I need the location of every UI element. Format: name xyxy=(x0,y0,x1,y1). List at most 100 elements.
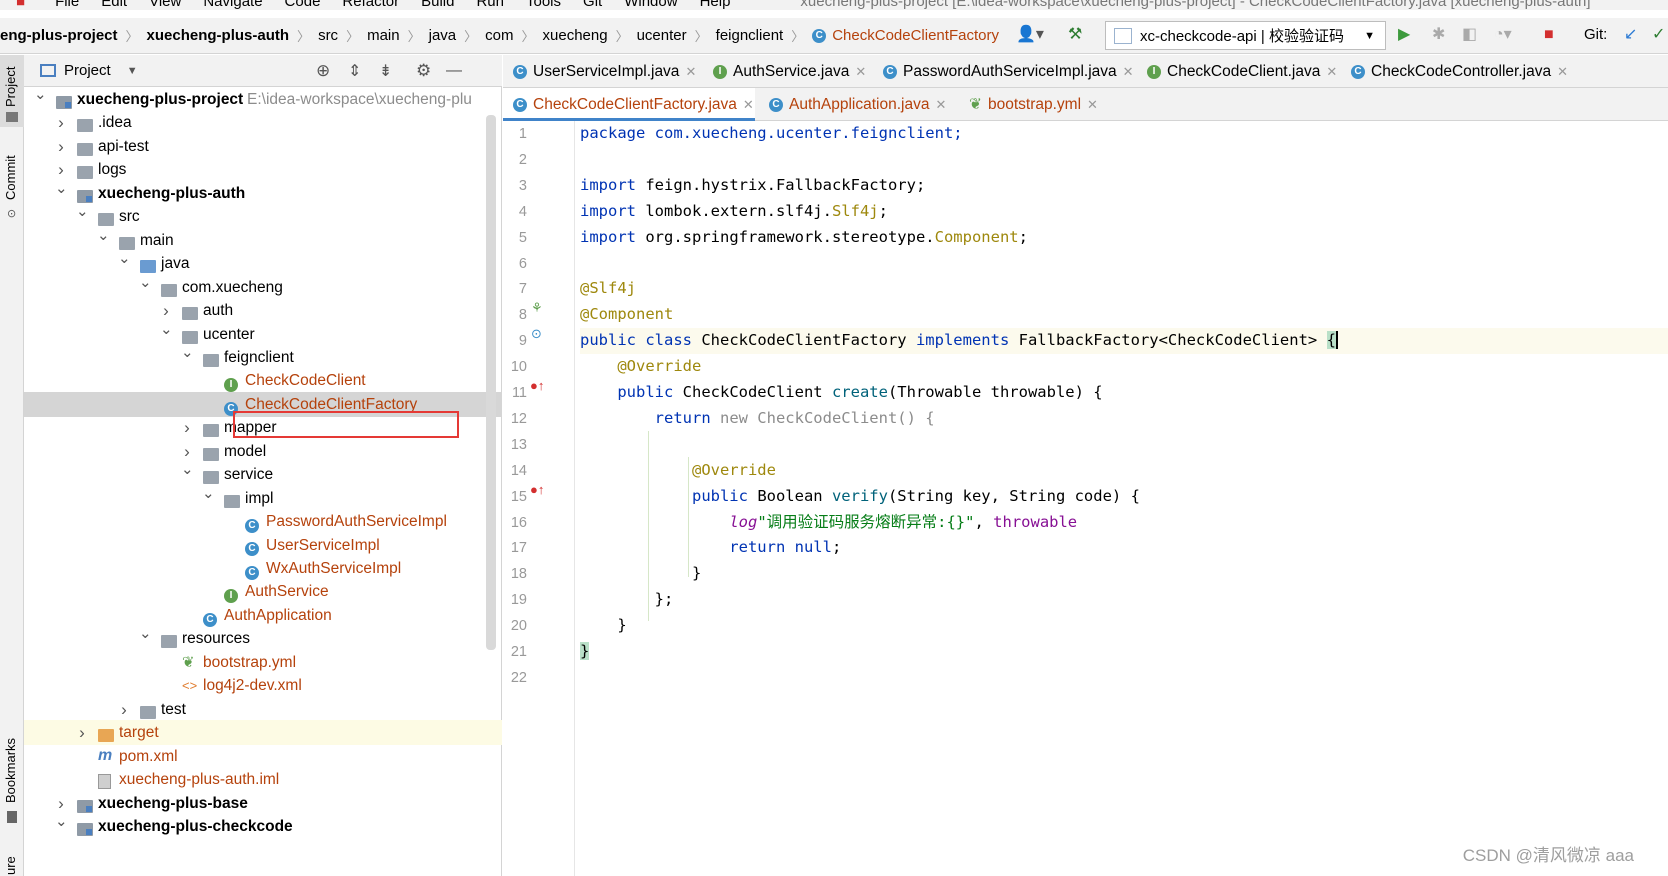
collapse-all-icon[interactable]: ⇟ xyxy=(379,61,392,81)
tree-item[interactable]: ⌄ ucenter xyxy=(24,321,502,347)
bookmarks-tool-label[interactable]: Bookmarks xyxy=(3,738,18,803)
chevron-right-icon[interactable]: › xyxy=(181,415,193,440)
tree-item[interactable]: C AuthApplication xyxy=(24,603,502,628)
close-icon[interactable]: ✕ xyxy=(685,64,696,79)
menu-help[interactable]: Help xyxy=(700,0,731,10)
commit-tool-label[interactable]: Commit xyxy=(3,155,18,200)
tree-item[interactable]: ⌄ xuecheng-plus-project E:\idea-workspace\… xyxy=(24,86,502,112)
chevron-right-icon[interactable]: › xyxy=(76,720,88,745)
spring-bean-icon[interactable]: ⚘ xyxy=(531,300,543,316)
tree-item[interactable]: › auth xyxy=(24,298,502,323)
chevron-right-icon[interactable]: › xyxy=(55,134,67,159)
project-scrollbar[interactable] xyxy=(486,115,496,650)
tab-checkcodeclient[interactable]: I CheckCodeClient.java ✕ xyxy=(1137,55,1337,88)
menu-refactor[interactable]: Refactor xyxy=(342,0,399,10)
profile-icon[interactable]: ◔▾ xyxy=(1494,24,1512,46)
structure-tool-label[interactable]: ure xyxy=(3,856,18,875)
breadcrumb-item[interactable]: ucenter xyxy=(637,27,687,44)
menu-file[interactable]: File xyxy=(55,0,79,10)
menu-build[interactable]: Build xyxy=(421,0,454,10)
tree-item[interactable]: C WxAuthServiceImpl xyxy=(24,556,502,581)
implements-method-icon[interactable]: ●↑ xyxy=(530,482,544,497)
chevron-down-icon[interactable]: ⌄ xyxy=(118,246,131,271)
tree-item[interactable]: › target xyxy=(24,720,502,746)
tree-item[interactable]: xuecheng-plus-auth.iml xyxy=(24,767,502,792)
chevron-down-icon[interactable]: ⌄ xyxy=(181,340,194,365)
tree-item[interactable]: C UserServiceImpl xyxy=(24,533,502,558)
tree-item[interactable]: › model xyxy=(24,439,502,464)
tree-item[interactable]: ⌄ xuecheng-plus-auth xyxy=(24,180,502,206)
chevron-down-icon[interactable]: ⌄ xyxy=(55,809,68,834)
tree-item[interactable]: ❦ bootstrap.yml xyxy=(24,650,502,675)
close-icon[interactable]: ✕ xyxy=(855,64,866,79)
minimize-icon[interactable]: — xyxy=(446,62,462,80)
code-editor[interactable]: package com.xuecheng.ucenter.feignclient… xyxy=(580,121,1668,876)
chevron-right-icon[interactable]: › xyxy=(118,697,130,722)
chevron-right-icon[interactable]: › xyxy=(55,110,67,135)
menu-window[interactable]: Window xyxy=(624,0,677,10)
tab-checkcodecontroller[interactable]: C CheckCodeController.java ✕ xyxy=(1341,55,1568,88)
tab-checkcodeclientfactory[interactable]: C CheckCodeClientFactory.java ✕ xyxy=(503,88,755,121)
tree-item[interactable]: ⌄ impl xyxy=(24,485,502,511)
chevron-down-icon[interactable]: ⌄ xyxy=(139,621,152,646)
tab-authservice[interactable]: I AuthService.java ✕ xyxy=(703,55,866,88)
tree-item[interactable]: ⌄ main xyxy=(24,227,502,253)
close-icon[interactable]: ✕ xyxy=(1326,64,1337,79)
tree-item[interactable]: ⌄ resources xyxy=(24,625,502,651)
chevron-down-icon[interactable]: ⌄ xyxy=(34,82,47,107)
implements-method-icon[interactable]: ●↑ xyxy=(530,378,544,393)
tree-item[interactable]: ⌄ feignclient xyxy=(24,344,502,370)
breadcrumb-item[interactable]: eng-plus-project xyxy=(0,27,118,44)
chevron-down-icon[interactable]: ⌄ xyxy=(160,317,173,342)
tree-item[interactable]: ⌄ com.xuecheng xyxy=(24,274,502,300)
tree-item[interactable]: › .idea xyxy=(24,110,502,135)
tree-item[interactable]: › test xyxy=(24,697,502,722)
chevron-down-icon[interactable]: ⌄ xyxy=(181,457,194,482)
tree-item[interactable]: I AuthService xyxy=(24,579,502,604)
stop-icon[interactable]: ■ xyxy=(1544,24,1554,46)
build-hammer-icon[interactable]: ⚒ xyxy=(1068,24,1082,46)
git-update-icon[interactable]: ↙ xyxy=(1624,24,1637,46)
spring-bean-gutter-icon[interactable]: ⊙ xyxy=(531,326,542,342)
run-icon[interactable]: ▶ xyxy=(1398,24,1410,46)
chevron-down-icon[interactable]: ⌄ xyxy=(139,270,152,295)
tree-item[interactable]: › xuecheng-plus-base xyxy=(24,791,502,816)
tab-userserviceimpl[interactable]: C UserServiceImpl.java ✕ xyxy=(503,55,696,88)
tab-passwordauthserviceimpl[interactable]: C PasswordAuthServiceImpl.java ✕ xyxy=(873,55,1134,88)
user-icon[interactable]: 👤▾ xyxy=(1016,24,1044,46)
coverage-icon[interactable]: ◧ xyxy=(1462,24,1477,46)
tab-bootstrap-yml[interactable]: ❦ bootstrap.yml ✕ xyxy=(959,88,1098,121)
chevron-down-icon[interactable]: ⌄ xyxy=(97,223,110,248)
menu-tools[interactable]: Tools xyxy=(526,0,561,10)
tab-authapplication[interactable]: C AuthApplication.java ✕ xyxy=(759,88,946,121)
close-icon[interactable]: ✕ xyxy=(1557,64,1568,79)
tree-item[interactable]: C PasswordAuthServiceImpl xyxy=(24,509,502,534)
tree-item[interactable]: m pom.xml xyxy=(24,744,502,769)
breadcrumb-current[interactable]: CheckCodeClientFactory xyxy=(832,27,999,44)
tree-item[interactable]: <> log4j2-dev.xml xyxy=(24,673,502,698)
run-configuration-select[interactable]: xc-checkcode-api | 校验验证码 ▼ xyxy=(1105,21,1386,50)
git-commit-icon[interactable]: ✓ xyxy=(1652,24,1665,46)
breadcrumb-item[interactable]: java xyxy=(429,27,457,44)
tree-item[interactable]: I CheckCodeClient xyxy=(24,368,502,393)
breadcrumb-item[interactable]: com xyxy=(485,27,513,44)
tree-item[interactable]: › logs xyxy=(24,157,502,182)
project-view-title[interactable]: Project xyxy=(64,62,111,79)
menu-code[interactable]: Code xyxy=(285,0,321,10)
breadcrumb-item[interactable]: feignclient xyxy=(716,27,784,44)
breadcrumb-item[interactable]: main xyxy=(367,27,400,44)
tree-item[interactable]: ⌄ src xyxy=(24,203,502,229)
menu-view[interactable]: View xyxy=(149,0,181,10)
locate-icon[interactable]: ⊕ xyxy=(316,61,330,81)
breadcrumb-item[interactable]: xuecheng-plus-auth xyxy=(147,27,290,44)
chevron-down-icon[interactable]: ⌄ xyxy=(55,176,68,201)
tree-item[interactable]: ⌄ xuecheng-plus-checkcode xyxy=(24,813,502,839)
gear-icon[interactable]: ⚙ xyxy=(416,61,431,81)
debug-icon[interactable]: ✱ xyxy=(1432,24,1445,46)
close-icon[interactable]: ✕ xyxy=(743,97,754,112)
expand-all-icon[interactable]: ⇕ xyxy=(348,61,361,81)
chevron-down-icon[interactable]: ⌄ xyxy=(76,199,89,224)
chevron-down-icon[interactable]: ⌄ xyxy=(202,481,215,506)
chevron-down-icon[interactable]: ▼ xyxy=(127,65,138,77)
breadcrumb-item[interactable]: src xyxy=(318,27,338,44)
